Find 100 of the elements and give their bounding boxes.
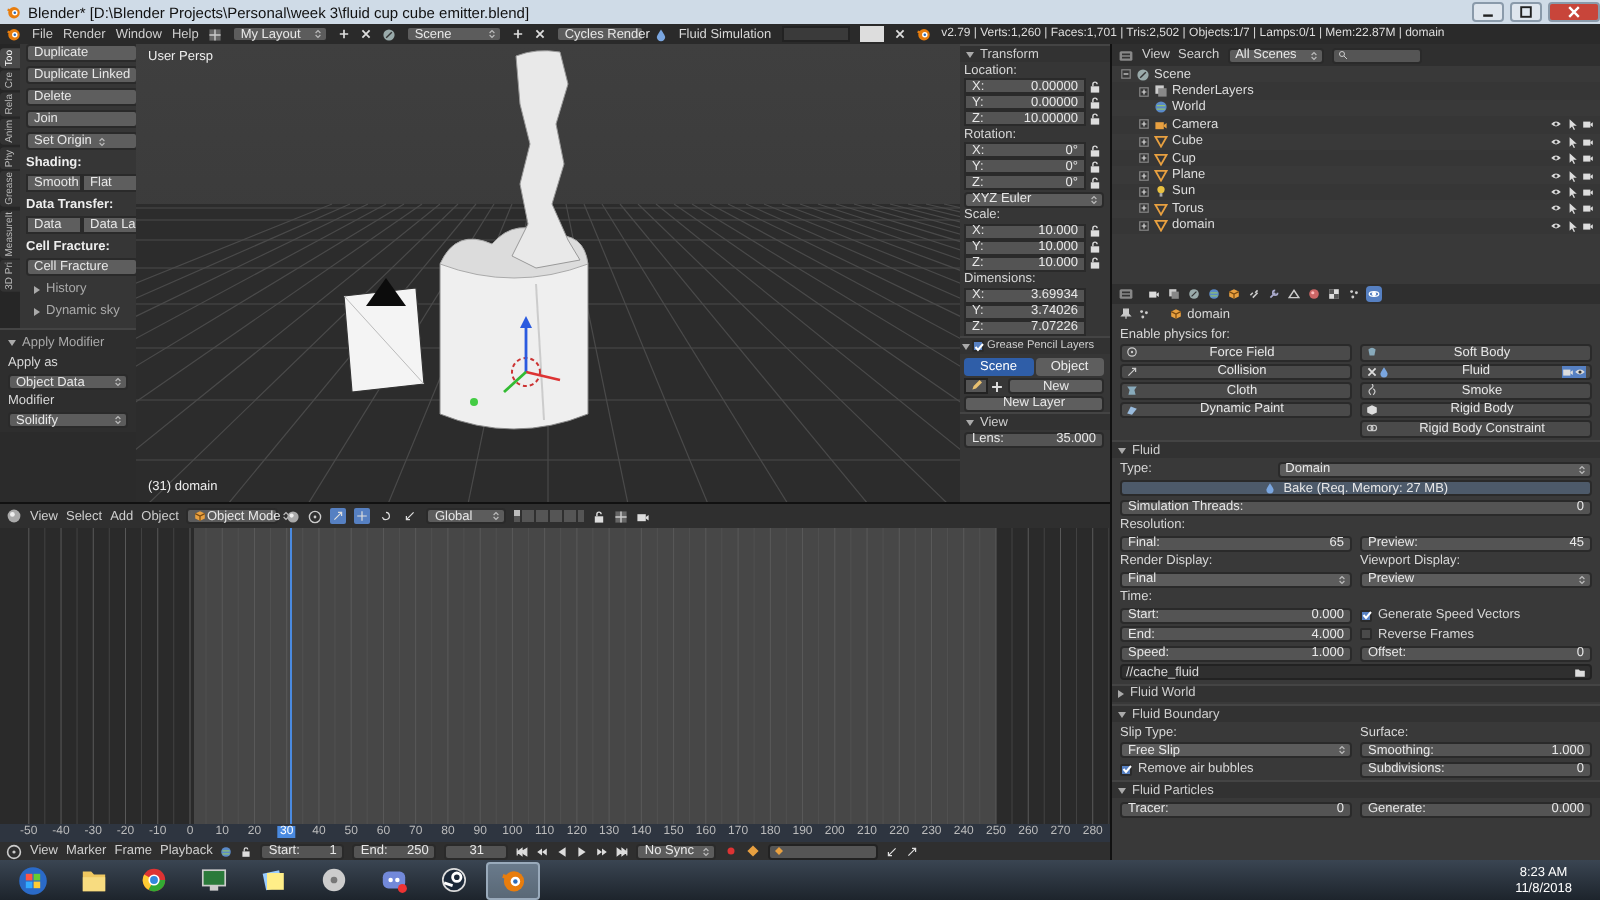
lock-icon[interactable] [1088, 159, 1102, 173]
expand-toggle-icon[interactable] [1138, 219, 1150, 232]
context-tab[interactable] [1285, 286, 1302, 302]
lock-icon[interactable] [1088, 95, 1102, 109]
expand-toggle-icon[interactable] [1138, 185, 1150, 198]
checkbox[interactable] [972, 340, 984, 352]
lock-icon[interactable] [1088, 224, 1102, 238]
lock-icon[interactable] [240, 845, 253, 857]
checkbox[interactable] [1360, 628, 1372, 640]
caret-icon [1088, 193, 1100, 205]
minimize-button[interactable] [1472, 2, 1504, 22]
delete-key-icon[interactable] [906, 845, 919, 857]
context-tab[interactable] [1185, 286, 1202, 302]
caret-icon [490, 510, 503, 522]
add-icon[interactable] [990, 379, 1004, 393]
disclosure-triangle-icon[interactable] [1118, 787, 1126, 793]
toggle-button[interactable] [330, 508, 347, 524]
record-icon[interactable] [724, 844, 739, 858]
keying-set-field[interactable] [768, 843, 879, 859]
caret-icon [280, 510, 293, 522]
jump-end-icon[interactable] [616, 845, 629, 857]
context-tab[interactable] [1245, 286, 1262, 302]
editor-type-icon[interactable] [6, 508, 22, 524]
close-icon[interactable] [893, 28, 906, 40]
disclosure-triangle-icon[interactable] [1118, 689, 1124, 697]
expand-toggle-icon[interactable] [1120, 68, 1132, 81]
close-button[interactable] [1548, 2, 1600, 22]
context-tab[interactable] [1225, 286, 1242, 302]
pin-icon[interactable] [1120, 308, 1132, 320]
lock-icon[interactable] [1088, 175, 1102, 189]
lock-icon[interactable] [1088, 240, 1102, 254]
expand-toggle-icon[interactable] [1138, 85, 1150, 98]
context-tab[interactable] [1205, 286, 1222, 302]
insert-key-icon[interactable] [886, 845, 899, 857]
camera-icon[interactable] [1582, 219, 1594, 232]
checkbox[interactable] [1120, 763, 1132, 775]
camera-icon[interactable] [635, 509, 650, 523]
jump-start-icon[interactable] [516, 845, 529, 857]
disclosure-triangle-icon[interactable] [8, 340, 16, 346]
disclosure-triangle-icon[interactable] [34, 307, 40, 315]
close-icon[interactable] [534, 28, 547, 40]
camera-icon[interactable] [1582, 135, 1594, 148]
lock-icon[interactable] [1088, 256, 1102, 270]
eye-icon[interactable] [1550, 135, 1562, 148]
context-tab[interactable] [1325, 286, 1342, 302]
add-icon[interactable] [512, 28, 525, 40]
grid-icon[interactable] [613, 509, 628, 523]
pencil-swatch[interactable] [964, 378, 988, 394]
editor-type-icon[interactable] [6, 843, 22, 859]
search-field[interactable] [1331, 47, 1422, 63]
camera-icon[interactable] [1582, 169, 1594, 182]
disclosure-triangle-icon[interactable] [1118, 711, 1126, 717]
add-icon[interactable] [338, 28, 351, 40]
expand-toggle-icon[interactable] [1138, 118, 1150, 131]
expand-toggle-icon[interactable] [1138, 202, 1150, 215]
blender-logo-icon[interactable] [6, 26, 22, 42]
eye-icon[interactable] [1574, 365, 1586, 378]
context-tab[interactable] [1305, 286, 1322, 302]
close-icon[interactable] [360, 28, 373, 40]
caret-icon [112, 414, 124, 426]
camera-icon[interactable] [1582, 118, 1594, 131]
layers-icon [1167, 288, 1180, 300]
preview-range-icon[interactable] [220, 845, 233, 857]
toggle-button[interactable] [402, 508, 419, 524]
context-tab[interactable] [1265, 286, 1282, 302]
layer-buttons[interactable] [514, 509, 584, 523]
toggle-button[interactable] [354, 508, 371, 524]
context-tab[interactable] [1345, 286, 1362, 302]
disclosure-triangle-icon[interactable] [966, 51, 974, 57]
eye-icon[interactable] [1550, 169, 1562, 182]
lock-icon[interactable] [1088, 143, 1102, 157]
shading-icon[interactable] [286, 509, 301, 523]
eye-icon[interactable] [1550, 152, 1562, 165]
expand-toggle-icon[interactable] [1138, 135, 1150, 148]
eye-icon[interactable] [1550, 185, 1562, 198]
expand-toggle-icon[interactable] [1138, 152, 1150, 165]
camera-icon[interactable] [1562, 365, 1574, 378]
checkbox[interactable] [1360, 609, 1372, 621]
context-tab[interactable] [1145, 286, 1162, 302]
camera-icon[interactable] [1582, 202, 1594, 215]
eye-icon[interactable] [1550, 118, 1562, 131]
scene-icon[interactable] [382, 27, 397, 41]
lock-icon[interactable] [591, 509, 606, 523]
pivot-icon[interactable] [308, 509, 323, 523]
screen-layout-icon[interactable] [208, 27, 223, 41]
lock-icon[interactable] [1088, 79, 1102, 93]
context-tab[interactable] [1365, 286, 1382, 302]
maximize-button[interactable] [1510, 2, 1542, 22]
camera-icon[interactable] [1582, 152, 1594, 165]
taskbar-button[interactable] [486, 861, 540, 899]
eye-icon[interactable] [1550, 219, 1562, 232]
toggle-button[interactable] [378, 508, 395, 524]
expand-toggle-icon[interactable] [1138, 169, 1150, 182]
context-tab[interactable] [1165, 286, 1182, 302]
eye-icon[interactable] [1550, 202, 1562, 215]
camera-icon[interactable] [1582, 185, 1594, 198]
disclosure-triangle-icon[interactable] [34, 285, 40, 293]
lock-icon[interactable] [1088, 111, 1102, 125]
disclosure-triangle-icon[interactable] [1118, 447, 1126, 453]
disclosure-triangle-icon[interactable] [966, 419, 974, 425]
